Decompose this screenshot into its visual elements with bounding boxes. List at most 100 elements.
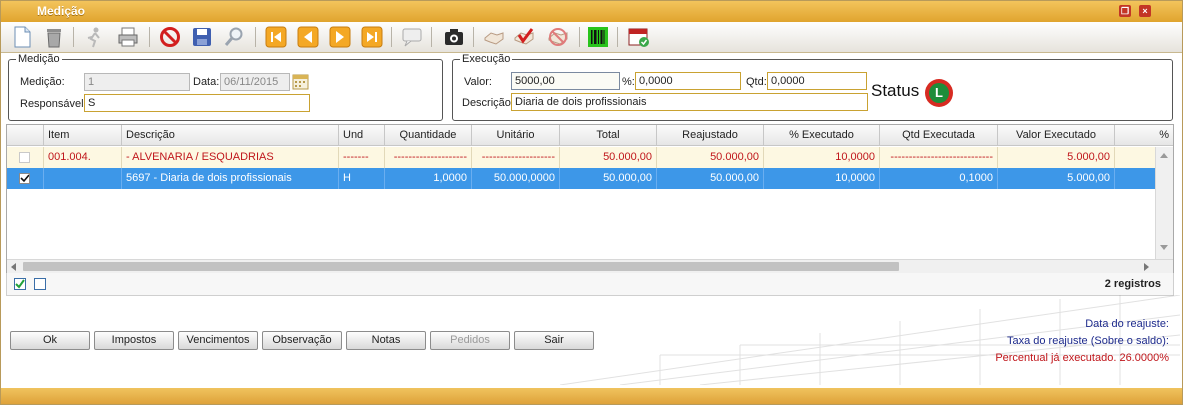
grid-header-qtd-executada[interactable]: Qtd Executada (880, 125, 998, 146)
pct-label: %: (622, 76, 635, 88)
cell-total: 50.000,00 (560, 147, 657, 168)
cell-valor-executado: 5.000,00 (998, 168, 1115, 189)
record-count: 2 registros (1104, 278, 1161, 290)
scroll-down-icon[interactable] (1160, 245, 1168, 250)
grid-header-item[interactable]: Item (44, 125, 122, 146)
print-icon[interactable] (117, 26, 139, 48)
status-icon: L (925, 79, 953, 107)
cell-unitario: -------------------- (472, 147, 560, 168)
ok-button[interactable]: Ok (10, 331, 90, 350)
data-reajuste-label: Data do reajuste: (1085, 318, 1169, 330)
grid-header-reajustado[interactable]: Reajustado (657, 125, 764, 146)
last-icon[interactable] (361, 26, 383, 48)
new-document-icon[interactable] (11, 26, 33, 48)
reject-icon[interactable] (547, 26, 569, 48)
status-badge: L (929, 83, 949, 103)
barcode-icon[interactable] (587, 26, 609, 48)
search-icon[interactable] (223, 26, 245, 48)
cell-total: 50.000,00 (560, 168, 657, 189)
valor-label: Valor: (464, 76, 492, 88)
qtd-field[interactable]: 0,0000 (767, 72, 867, 90)
execucao-group (452, 59, 1173, 121)
valor-field[interactable]: 5000,00 (511, 72, 620, 90)
check-all-icon[interactable] (14, 278, 26, 290)
descricao-label: Descrição. (462, 97, 514, 109)
cell-pct-executado: 10,0000 (764, 147, 880, 168)
data-label: Data: (193, 76, 220, 88)
cell-quantidade: -------------------- (385, 147, 472, 168)
responsavel-field[interactable]: S (84, 94, 310, 112)
cell-item (44, 168, 122, 189)
grid-header-pct-executado[interactable]: % Executado (764, 125, 880, 146)
percentual-executado-label: Percentual já executado. 26.0000% (995, 352, 1169, 364)
trash-icon[interactable] (43, 26, 65, 48)
grid-header-unitario[interactable]: Unitário (472, 125, 560, 146)
sair-button[interactable]: Sair (514, 331, 594, 350)
pct-field[interactable]: 0,0000 (635, 72, 741, 90)
run-icon[interactable] (83, 26, 105, 48)
observacao-button[interactable]: Observação (262, 331, 342, 350)
toolbar (1, 22, 1182, 53)
approve-icon[interactable] (513, 26, 535, 48)
save-icon[interactable] (191, 26, 213, 48)
grid-footer: 2 registros (6, 273, 1174, 296)
first-icon[interactable] (265, 26, 287, 48)
previous-icon[interactable] (297, 26, 319, 48)
cell-und: H (339, 168, 385, 189)
restore-icon[interactable]: ❐ (1119, 5, 1131, 17)
scroll-right-icon[interactable] (1144, 263, 1149, 271)
row-checkbox[interactable] (19, 173, 30, 184)
camera-icon[interactable] (443, 26, 465, 48)
title-bar: Medição ❐ × (1, 1, 1182, 22)
cell-pct-executado: 10,0000 (764, 168, 880, 189)
grid-header-descricao[interactable]: Descrição (122, 125, 339, 146)
horizontal-scroll-thumb[interactable] (23, 262, 899, 271)
qtd-label: Qtd: (746, 76, 767, 88)
row-checkbox[interactable] (19, 152, 30, 163)
table-row[interactable]: 5697 - Diaria de dois profissionais H 1,… (7, 168, 1173, 189)
calendar-ok-icon[interactable] (627, 26, 649, 48)
vertical-scrollbar[interactable] (1155, 147, 1173, 259)
grid-header-valor-executado[interactable]: Valor Executado (998, 125, 1115, 146)
bottom-bar (1, 388, 1182, 404)
data-field[interactable]: 06/11/2015 (220, 73, 290, 91)
impostos-button[interactable]: Impostos (94, 331, 174, 350)
grid-header-und[interactable]: Und (339, 125, 385, 146)
status-label: Status (871, 81, 920, 100)
cell-unitario: 50.000,0000 (472, 168, 560, 189)
calendar-icon[interactable] (292, 73, 309, 90)
close-icon[interactable]: × (1139, 5, 1151, 17)
handshake-icon[interactable] (483, 26, 505, 48)
notas-button[interactable]: Notas (346, 331, 426, 350)
descricao-field[interactable]: Diaria de dois profissionais (511, 93, 868, 111)
cell-descricao: - ALVENARIA / ESQUADRIAS (122, 147, 339, 168)
execucao-legend: Execução (460, 53, 513, 65)
pedidos-button[interactable]: Pedidos (430, 331, 510, 350)
scroll-up-icon[interactable] (1160, 153, 1168, 158)
horizontal-scrollbar[interactable] (7, 259, 1173, 273)
scroll-left-icon[interactable] (11, 263, 16, 271)
medicao-label: Medição: (20, 76, 65, 88)
taxa-reajuste-label: Taxa do reajuste (Sobre o saldo): (1006, 335, 1169, 347)
vencimentos-button[interactable]: Vencimentos (178, 331, 258, 350)
grid-header-total[interactable]: Total (560, 125, 657, 146)
cell-reajustado: 50.000,00 (657, 168, 764, 189)
responsavel-label: Responsável: (20, 98, 87, 110)
grid-header-select (7, 125, 44, 146)
window-title: Medição (37, 4, 86, 18)
grid-header-quantidade[interactable]: Quantidade (385, 125, 472, 146)
cancel-icon[interactable] (159, 26, 181, 48)
grid-header-pct[interactable]: % (1115, 125, 1173, 146)
cell-descricao: 5697 - Diaria de dois profissionais (122, 168, 339, 189)
medicao-legend: Medição (16, 53, 62, 65)
next-icon[interactable] (329, 26, 351, 48)
chat-icon[interactable] (401, 26, 423, 48)
cell-und: ------- (339, 147, 385, 168)
cell-qtd-executada: ---------------------------- (880, 147, 998, 168)
cell-item: 001.004. (44, 147, 122, 168)
uncheck-all-icon[interactable] (34, 278, 46, 290)
cell-quantidade: 1,0000 (385, 168, 472, 189)
cell-valor-executado: 5.000,00 (998, 147, 1115, 168)
table-row[interactable]: 001.004. - ALVENARIA / ESQUADRIAS ------… (7, 147, 1155, 168)
medicao-field[interactable]: 1 (84, 73, 190, 91)
